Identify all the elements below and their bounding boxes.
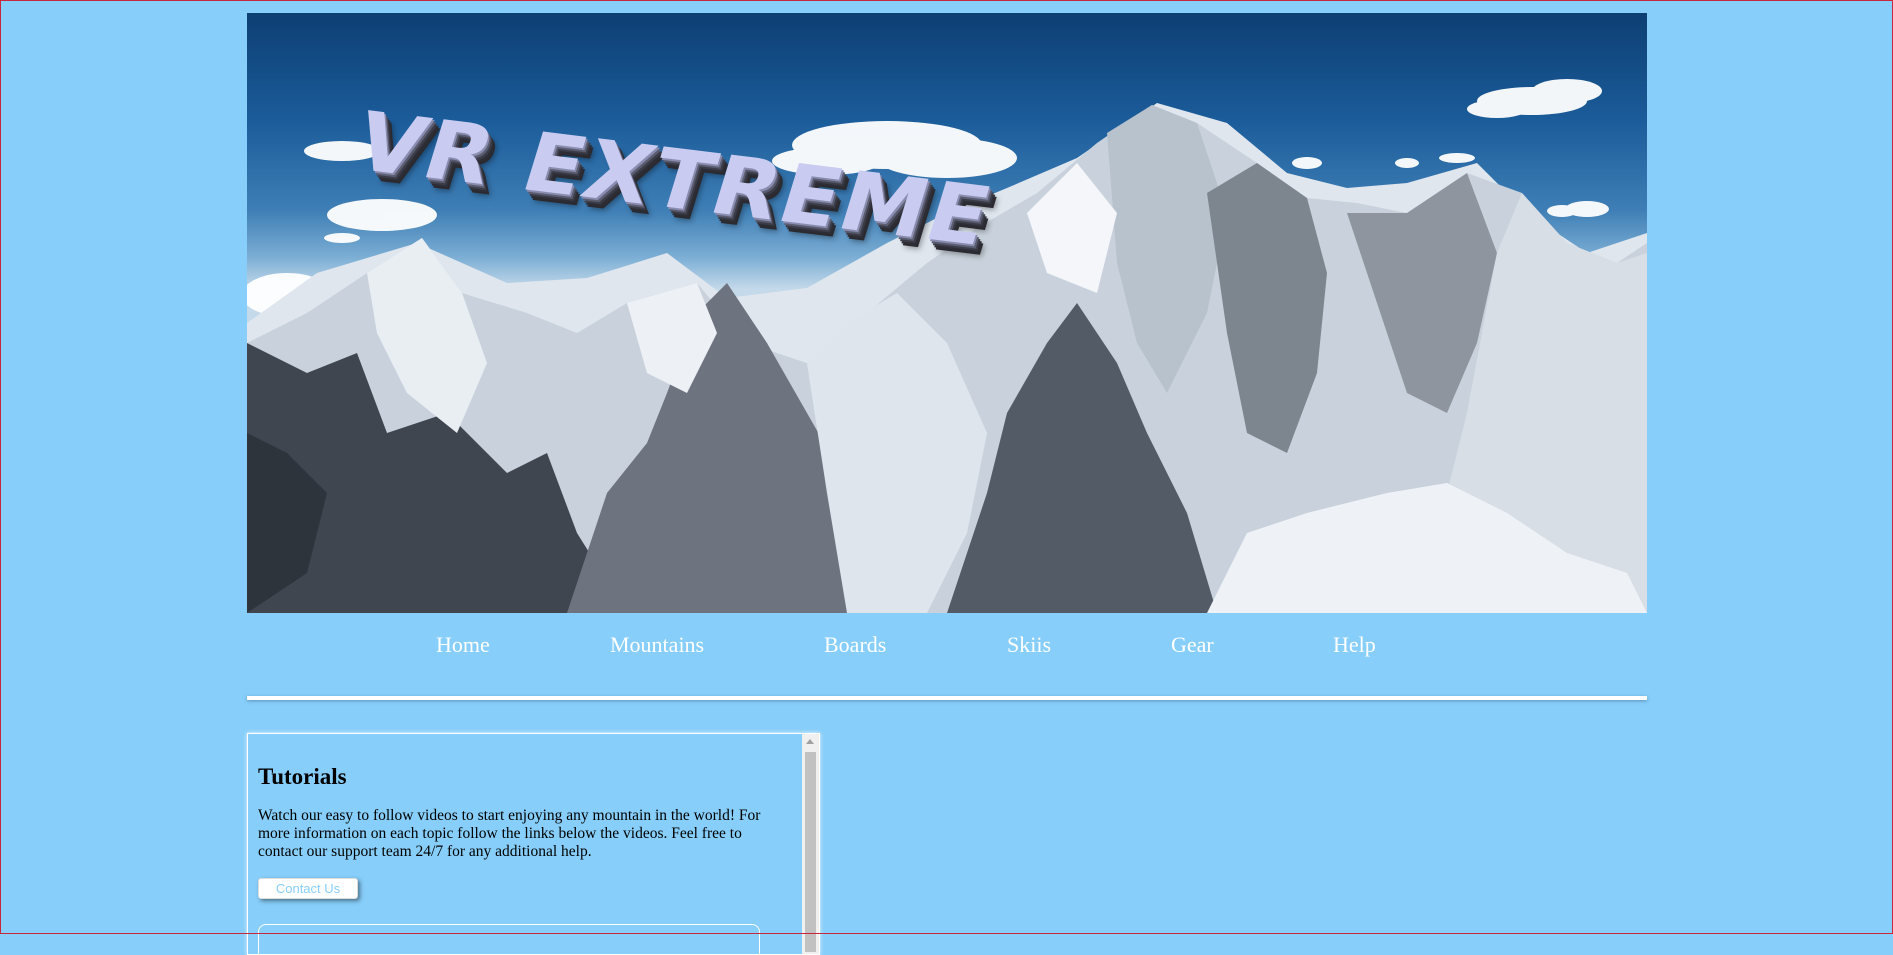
nav-item-home[interactable]: Home [436,632,490,658]
contact-us-button[interactable]: Contact Us [258,878,358,899]
tutorials-description: Watch our easy to follow videos to start… [258,807,761,860]
nav-item-skiis[interactable]: Skiis [1007,632,1051,658]
nav-divider [247,696,1647,700]
main-nav: Home Mountains Boards Skiis Gear Help [247,625,1647,669]
nav-item-mountains[interactable]: Mountains [610,632,704,658]
nav-item-help[interactable]: Help [1333,632,1376,658]
scroll-up-icon[interactable] [806,739,814,744]
tutorials-content: Tutorials Watch our easy to follow video… [258,764,778,899]
video-container [258,924,760,954]
scrollbar-thumb[interactable] [805,752,816,952]
nav-item-gear[interactable]: Gear [1171,632,1214,658]
tutorials-title: Tutorials [258,764,347,789]
nav-item-boards[interactable]: Boards [824,632,886,658]
header-banner: VR EXTREME [247,13,1647,613]
panel-scrollbar[interactable] [802,734,819,954]
tutorials-panel[interactable]: Tutorials Watch our easy to follow video… [247,733,820,955]
